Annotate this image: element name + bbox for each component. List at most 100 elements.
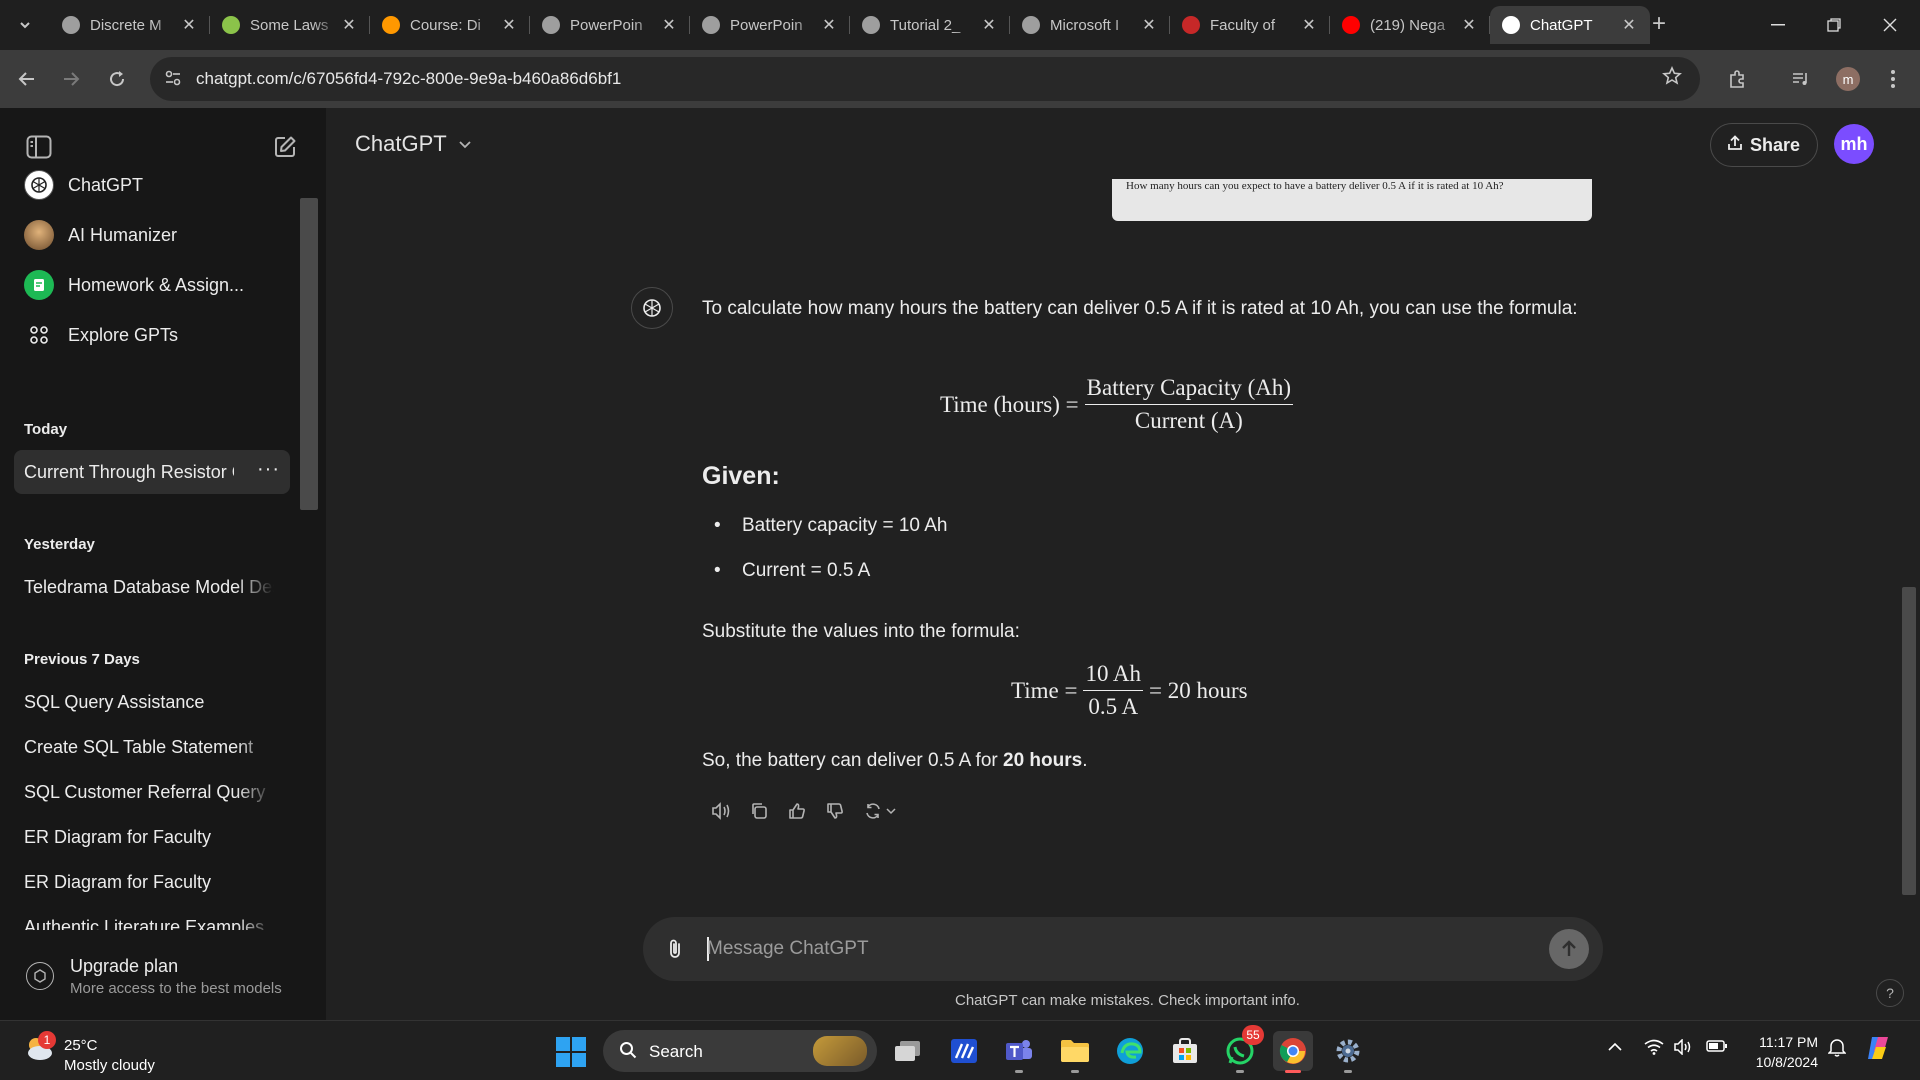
- address-bar[interactable]: chatgpt.com/c/67056fd4-792c-800e-9e9a-b4…: [150, 57, 1700, 101]
- sidebar-explore-gpts[interactable]: Explore GPTs: [16, 313, 296, 357]
- browser-profile-avatar[interactable]: m: [1836, 67, 1860, 91]
- settings-gear-icon[interactable]: [1328, 1031, 1368, 1073]
- history-item[interactable]: ER Diagram for Faculty: [24, 872, 274, 896]
- user-uploaded-image[interactable]: How many hours can you expect to have a …: [1112, 179, 1592, 221]
- tray-overflow-chevron-icon[interactable]: [1607, 1039, 1623, 1057]
- history-item[interactable]: Teledrama Database Model Desi: [24, 577, 274, 598]
- history-item[interactable]: Create SQL Table Statement: [24, 737, 274, 758]
- weather-widget[interactable]: 1 25°C Mostly cloudy: [20, 1029, 220, 1074]
- notification-bell-icon[interactable]: [1827, 1037, 1847, 1062]
- sidebar-gpt-chatgpt[interactable]: ChatGPT: [16, 163, 296, 207]
- tab-favicon-icon: [62, 16, 80, 34]
- restore-button[interactable]: [1806, 0, 1862, 50]
- sidebar-gpt-homework[interactable]: Homework & Assign...: [16, 263, 296, 307]
- read-aloud-icon[interactable]: [702, 796, 740, 826]
- browser-toolbar: chatgpt.com/c/67056fd4-792c-800e-9e9a-b4…: [0, 50, 1920, 108]
- search-highlight-image: [813, 1036, 867, 1066]
- taskbar-clock[interactable]: 11:17 PM 10/8/2024: [1740, 1032, 1818, 1072]
- sidebar-scrollbar[interactable]: [300, 198, 318, 510]
- wifi-icon[interactable]: [1644, 1039, 1664, 1060]
- upgrade-plan-button[interactable]: Upgrade plan More access to the best mod…: [24, 950, 304, 1006]
- browser-tab[interactable]: (219) Nega ✕: [1330, 6, 1490, 44]
- browser-tab[interactable]: PowerPoin ✕: [530, 6, 690, 44]
- tab-close-icon[interactable]: ✕: [660, 15, 678, 35]
- history-item-active[interactable]: Current Through Resistor Cal ···: [14, 450, 290, 494]
- teams-icon[interactable]: [999, 1031, 1039, 1073]
- share-button[interactable]: Share: [1710, 123, 1818, 167]
- tab-search-chevron-icon[interactable]: [10, 10, 40, 40]
- model-selector[interactable]: ChatGPT: [355, 131, 472, 157]
- new-tab-button[interactable]: +: [1652, 12, 1666, 36]
- reload-icon[interactable]: [102, 64, 132, 94]
- more-options-icon[interactable]: ···: [257, 458, 280, 481]
- url-text[interactable]: chatgpt.com/c/67056fd4-792c-800e-9e9a-b4…: [196, 69, 621, 89]
- message-input[interactable]: [707, 933, 1507, 965]
- calc-rhs: = 20 hours: [1149, 677, 1248, 703]
- sidebar-gpt-ai-humanizer[interactable]: AI Humanizer: [16, 213, 296, 257]
- browser-tab[interactable]: Some Laws ✕: [210, 6, 370, 44]
- given-heading: Given:: [702, 462, 780, 490]
- history-item[interactable]: Authentic Literature Examples: [24, 917, 274, 930]
- history-item[interactable]: SQL Query Assistance: [24, 692, 274, 713]
- user-avatar[interactable]: mh: [1834, 124, 1874, 164]
- browser-tab[interactable]: Discrete M ✕: [50, 6, 210, 44]
- send-button[interactable]: [1549, 929, 1589, 969]
- new-chat-icon[interactable]: [268, 130, 302, 164]
- tab-close-icon[interactable]: ✕: [980, 15, 998, 35]
- browser-tab[interactable]: Course: Di ✕: [370, 6, 530, 44]
- tab-title: Tutorial 2_: [890, 16, 961, 34]
- tab-close-icon[interactable]: ✕: [1620, 15, 1638, 35]
- back-arrow-icon[interactable]: [12, 64, 42, 94]
- edge-icon[interactable]: [1110, 1031, 1150, 1071]
- history-item[interactable]: ER Diagram for Faculty: [24, 827, 274, 848]
- thumbs-up-icon[interactable]: [778, 796, 816, 826]
- upgrade-title: Upgrade plan: [70, 956, 179, 976]
- taskbar-search[interactable]: Search: [603, 1030, 877, 1072]
- battery-icon[interactable]: [1706, 1039, 1728, 1058]
- copy-icon[interactable]: [740, 796, 778, 826]
- calc-denominator: 0.5 A: [1088, 694, 1139, 719]
- bookmark-star-icon[interactable]: [1662, 66, 1682, 92]
- attach-paperclip-icon[interactable]: [665, 937, 685, 966]
- task-view-icon[interactable]: [888, 1031, 928, 1071]
- chrome-icon[interactable]: [1273, 1031, 1313, 1073]
- tab-close-icon[interactable]: ✕: [1460, 15, 1478, 35]
- running-indicator: [1071, 1070, 1079, 1073]
- start-button[interactable]: [556, 1037, 586, 1067]
- volume-icon[interactable]: [1674, 1038, 1694, 1060]
- tab-close-icon[interactable]: ✕: [340, 15, 358, 35]
- browser-tab[interactable]: Tutorial 2_ ✕: [850, 6, 1010, 44]
- openai-icon: [643, 299, 661, 317]
- media-controls-icon[interactable]: [1786, 64, 1816, 94]
- regenerate-icon[interactable]: [854, 796, 906, 826]
- close-window-button[interactable]: [1862, 0, 1918, 50]
- site-info-icon[interactable]: [164, 69, 184, 89]
- microsoft-store-icon[interactable]: [1165, 1031, 1205, 1071]
- help-button[interactable]: ?: [1876, 979, 1904, 1007]
- file-explorer-icon[interactable]: [1055, 1031, 1095, 1073]
- browser-tab[interactable]: ChatGPT ✕: [1490, 6, 1650, 44]
- thumbs-down-icon[interactable]: [816, 796, 854, 826]
- tab-favicon-icon: [1342, 16, 1360, 34]
- given-item: Battery capacity = 10 Ah: [714, 515, 947, 537]
- whatsapp-icon[interactable]: 55: [1220, 1025, 1264, 1073]
- tab-close-icon[interactable]: ✕: [180, 15, 198, 35]
- browser-tab[interactable]: Faculty of ✕: [1170, 6, 1330, 44]
- tab-close-icon[interactable]: ✕: [500, 15, 518, 35]
- browser-menu-icon[interactable]: [1878, 64, 1908, 94]
- tab-close-icon[interactable]: ✕: [1300, 15, 1318, 35]
- sidebar-gpt-label: Explore GPTs: [68, 324, 179, 345]
- forward-arrow-icon[interactable]: [56, 64, 86, 94]
- powerapp-icon[interactable]: [944, 1031, 984, 1071]
- minimize-button[interactable]: [1750, 0, 1806, 50]
- tab-close-icon[interactable]: ✕: [1140, 15, 1158, 35]
- main-scrollbar[interactable]: [1902, 587, 1916, 895]
- browser-tab[interactable]: Microsoft I ✕: [1010, 6, 1170, 44]
- extensions-icon[interactable]: [1722, 64, 1752, 94]
- tab-close-icon[interactable]: ✕: [820, 15, 838, 35]
- copilot-icon[interactable]: [1864, 1033, 1894, 1068]
- toggle-sidebar-icon[interactable]: [22, 130, 56, 164]
- section-heading-previous-7-days: Previous 7 Days: [24, 651, 140, 668]
- browser-tab[interactable]: PowerPoin ✕: [690, 6, 850, 44]
- history-item[interactable]: SQL Customer Referral Query: [24, 782, 274, 803]
